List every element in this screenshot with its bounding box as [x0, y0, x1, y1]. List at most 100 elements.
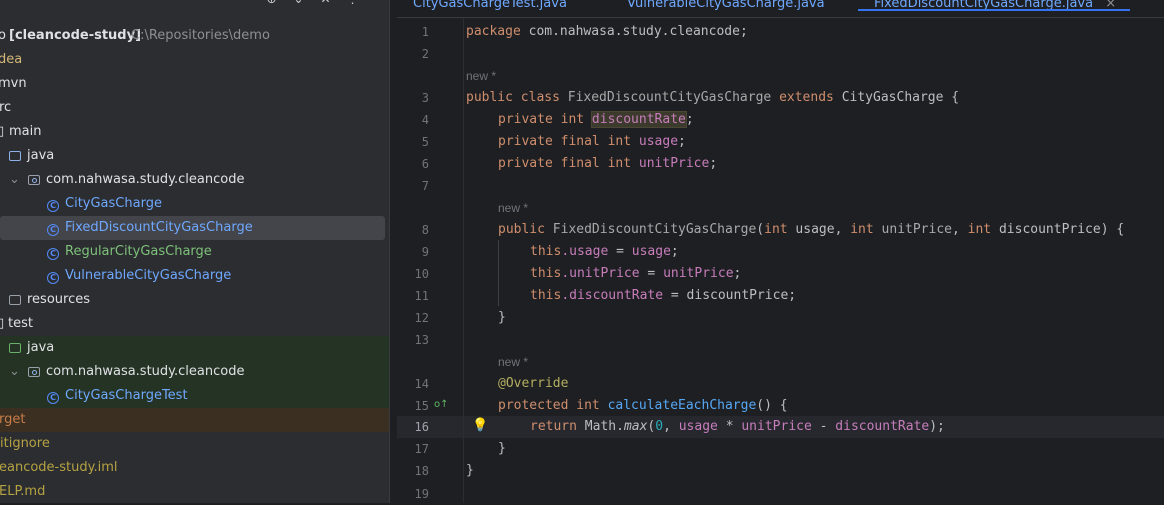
crosshair-icon[interactable]: ⊕ — [265, 0, 278, 6]
tree-item-mvn[interactable]: mvn — [0, 72, 389, 96]
keyword: int — [850, 222, 874, 237]
folder-glyph: ▯ — [0, 124, 5, 139]
keyword: int — [967, 222, 992, 237]
field: unitPrice — [631, 156, 710, 171]
code-line-18[interactable]: } — [466, 460, 474, 482]
tree-item-citygaschargetest[interactable]: C CityGasChargeTest — [0, 384, 389, 408]
tree-root[interactable]: o [cleancode-study] C:\Repositories\demo — [0, 24, 389, 48]
code-line-4[interactable]: private int discountRate; — [498, 109, 694, 131]
line-number: 1 — [421, 25, 429, 39]
field: unitPrice — [741, 419, 812, 434]
tree-item-main-package[interactable]: ⌄ com.nahwasa.study.cleancode — [0, 168, 389, 192]
line-number: 2 — [421, 47, 429, 61]
close-icon[interactable]: ✕ — [319, 0, 332, 6]
tree-item-main[interactable]: ▯ main — [0, 120, 389, 144]
tab-label: CityGasChargeTest.java — [413, 0, 567, 11]
tree-root-path: C:\Repositories\demo — [131, 28, 270, 43]
tree-item-label: ELP.md — [0, 484, 46, 499]
tree-item-main-java[interactable]: java — [0, 144, 389, 168]
tree-toolbar: ⊕ ⌄ ✕ ⋮ — [265, 0, 359, 9]
tree-item-test-package[interactable]: ⌄ com.nahwasa.study.cleancode — [0, 360, 389, 384]
code-line-15[interactable]: protected int calculateEachCharge() { — [498, 395, 788, 417]
code-line-9[interactable]: this.usage = usage; — [530, 241, 679, 263]
editor-tab-bar: CityGasChargeTest.java VulnerableCityGas… — [397, 0, 1164, 18]
field: usage — [678, 419, 718, 434]
tab-vulnerablecitygascharge[interactable]: VulnerableCityGasCharge.java — [627, 0, 825, 16]
gutter-separator — [463, 18, 464, 503]
code-text: () { — [756, 398, 788, 413]
number-literal: 0 — [655, 419, 664, 434]
line-number: 14 — [414, 377, 429, 391]
code-line-14[interactable]: @Override — [498, 373, 568, 395]
line-number: 12 — [414, 311, 429, 325]
keyword: return — [530, 419, 577, 434]
tree-item-src[interactable]: rc — [0, 96, 389, 120]
tree-item-regularcitygascharge[interactable]: C RegularCityGasCharge — [0, 240, 389, 264]
code-text: } — [498, 441, 506, 456]
chevron-down-icon[interactable]: ⌄ — [292, 0, 305, 6]
override-marker-icon[interactable]: o↑ — [434, 396, 450, 414]
tab-label: VulnerableCityGasCharge.java — [627, 0, 825, 11]
code-text: ; — [709, 156, 718, 171]
tree-item-test[interactable]: ▯ test — [0, 312, 389, 336]
lightbulb-icon[interactable]: 💡 — [472, 418, 488, 434]
code-line-6[interactable]: private final int unitPrice; — [498, 153, 717, 175]
tab-close-icon[interactable]: × — [1105, 0, 1116, 11]
line-number: 11 — [414, 289, 429, 303]
code-text: ( — [756, 222, 765, 237]
chevron-down-icon[interactable]: ⌄ — [9, 360, 20, 384]
field: usage — [631, 134, 679, 149]
tree-item-label: resources — [27, 292, 91, 307]
class-icon: C — [47, 384, 59, 408]
tree-item-resources[interactable]: resources — [0, 288, 389, 312]
tab-fixeddiscountcitygascharge[interactable]: FixedDiscountCityGasCharge.java × — [857, 0, 1131, 16]
tree-item-citygascharge[interactable]: C CityGasCharge — [0, 192, 389, 216]
tree-item-gitignore[interactable]: itignore — [0, 432, 389, 456]
code-text: Math. — [576, 419, 624, 434]
code-text: ); — [929, 419, 945, 434]
code-line-12[interactable]: } — [498, 307, 506, 329]
field: unitPrice — [663, 266, 734, 281]
field: discountRate — [835, 419, 930, 434]
tree-item-label: FixedDiscountCityGasCharge — [65, 220, 253, 235]
line-number: 4 — [421, 113, 429, 127]
tree-item-help[interactable]: ELP.md — [0, 480, 389, 503]
author-hint[interactable]: new * — [498, 200, 528, 216]
author-hint[interactable]: new * — [498, 354, 528, 370]
tree-item-iml[interactable]: eancode-study.iml — [0, 456, 389, 480]
code-line-10[interactable]: this.unitPrice = unitPrice; — [530, 263, 741, 285]
chevron-down-icon[interactable]: ⌄ — [9, 168, 20, 192]
code-text: usage, — [787, 222, 851, 237]
project-tree: ⊕ ⌄ ✕ ⋮ o [cleancode-study] C:\Repositor… — [0, 0, 389, 503]
code-line-11[interactable]: this.discountRate = discountPrice; — [530, 285, 796, 307]
tree-item-idea[interactable]: dea — [0, 48, 389, 72]
class-icon: C — [47, 192, 59, 216]
code-line-17[interactable]: } — [498, 438, 506, 460]
code-text: * — [717, 419, 742, 434]
code-line-1[interactable]: package com.nahwasa.study.cleancode; — [466, 21, 748, 43]
code-line-3[interactable]: public class FixedDiscountCityGasCharge … — [466, 87, 959, 109]
code-line-16[interactable]: return Math.max(0, usage * unitPrice - d… — [530, 416, 945, 438]
keyword: package — [466, 24, 521, 39]
tree-root-prefix: o — [0, 28, 6, 43]
tree-item-label: CityGasChargeTest — [65, 388, 188, 403]
code-text: ; — [670, 244, 679, 259]
panel-splitter[interactable] — [389, 0, 397, 503]
code-line-8[interactable]: public FixedDiscountCityGasCharge(int us… — [498, 219, 1124, 241]
field: .unitPrice — [561, 266, 640, 281]
test-folder-icon — [9, 336, 21, 360]
tree-item-label: rget — [0, 412, 26, 427]
tab-citygaschargetest[interactable]: CityGasChargeTest.java — [413, 0, 567, 16]
tree-item-target[interactable]: rget — [0, 408, 389, 432]
tree-item-label: com.nahwasa.study.cleancode — [46, 172, 245, 187]
code-line-5[interactable]: private final int usage; — [498, 131, 686, 153]
parameter: unitPrice — [873, 222, 952, 237]
tree-item-vulnerablecitygascharge[interactable]: C VulnerableCityGasCharge — [0, 264, 389, 288]
code-text: ; — [733, 266, 742, 281]
tree-item-test-java[interactable]: java — [0, 336, 389, 360]
tree-item-fixeddiscountcitygascharge[interactable]: C FixedDiscountCityGasCharge — [0, 216, 385, 240]
more-icon[interactable]: ⋮ — [346, 0, 359, 6]
author-hint[interactable]: new * — [466, 68, 496, 84]
method-name: calculateEachCharge — [599, 398, 757, 413]
code-text: } — [466, 463, 474, 478]
